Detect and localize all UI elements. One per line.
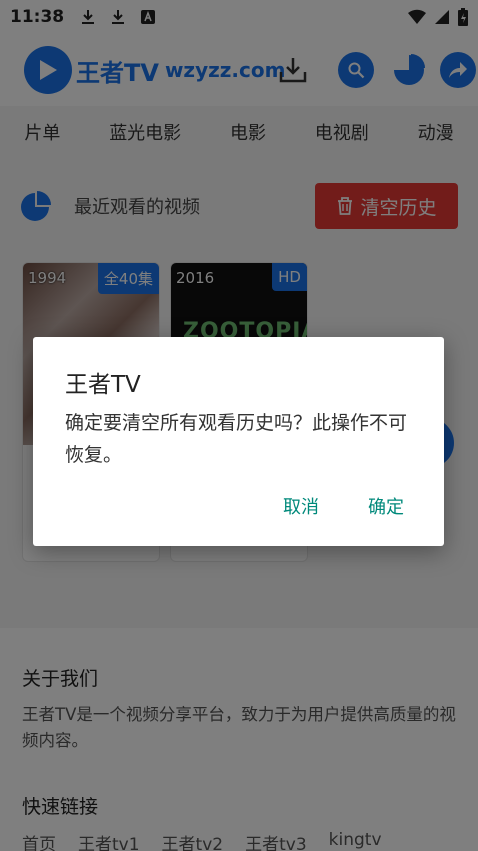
dialog-message: 确定要清空所有观看历史吗？此操作不可恢复。 [65, 412, 408, 466]
confirm-button[interactable]: 确定 [368, 493, 404, 519]
cancel-button[interactable]: 取消 [283, 493, 319, 519]
confirm-clear-dialog: 王者TV 确定要清空所有观看历史吗？此操作不可恢复。 取消 确定 [33, 337, 444, 546]
dialog-title: 王者TV [65, 372, 141, 398]
